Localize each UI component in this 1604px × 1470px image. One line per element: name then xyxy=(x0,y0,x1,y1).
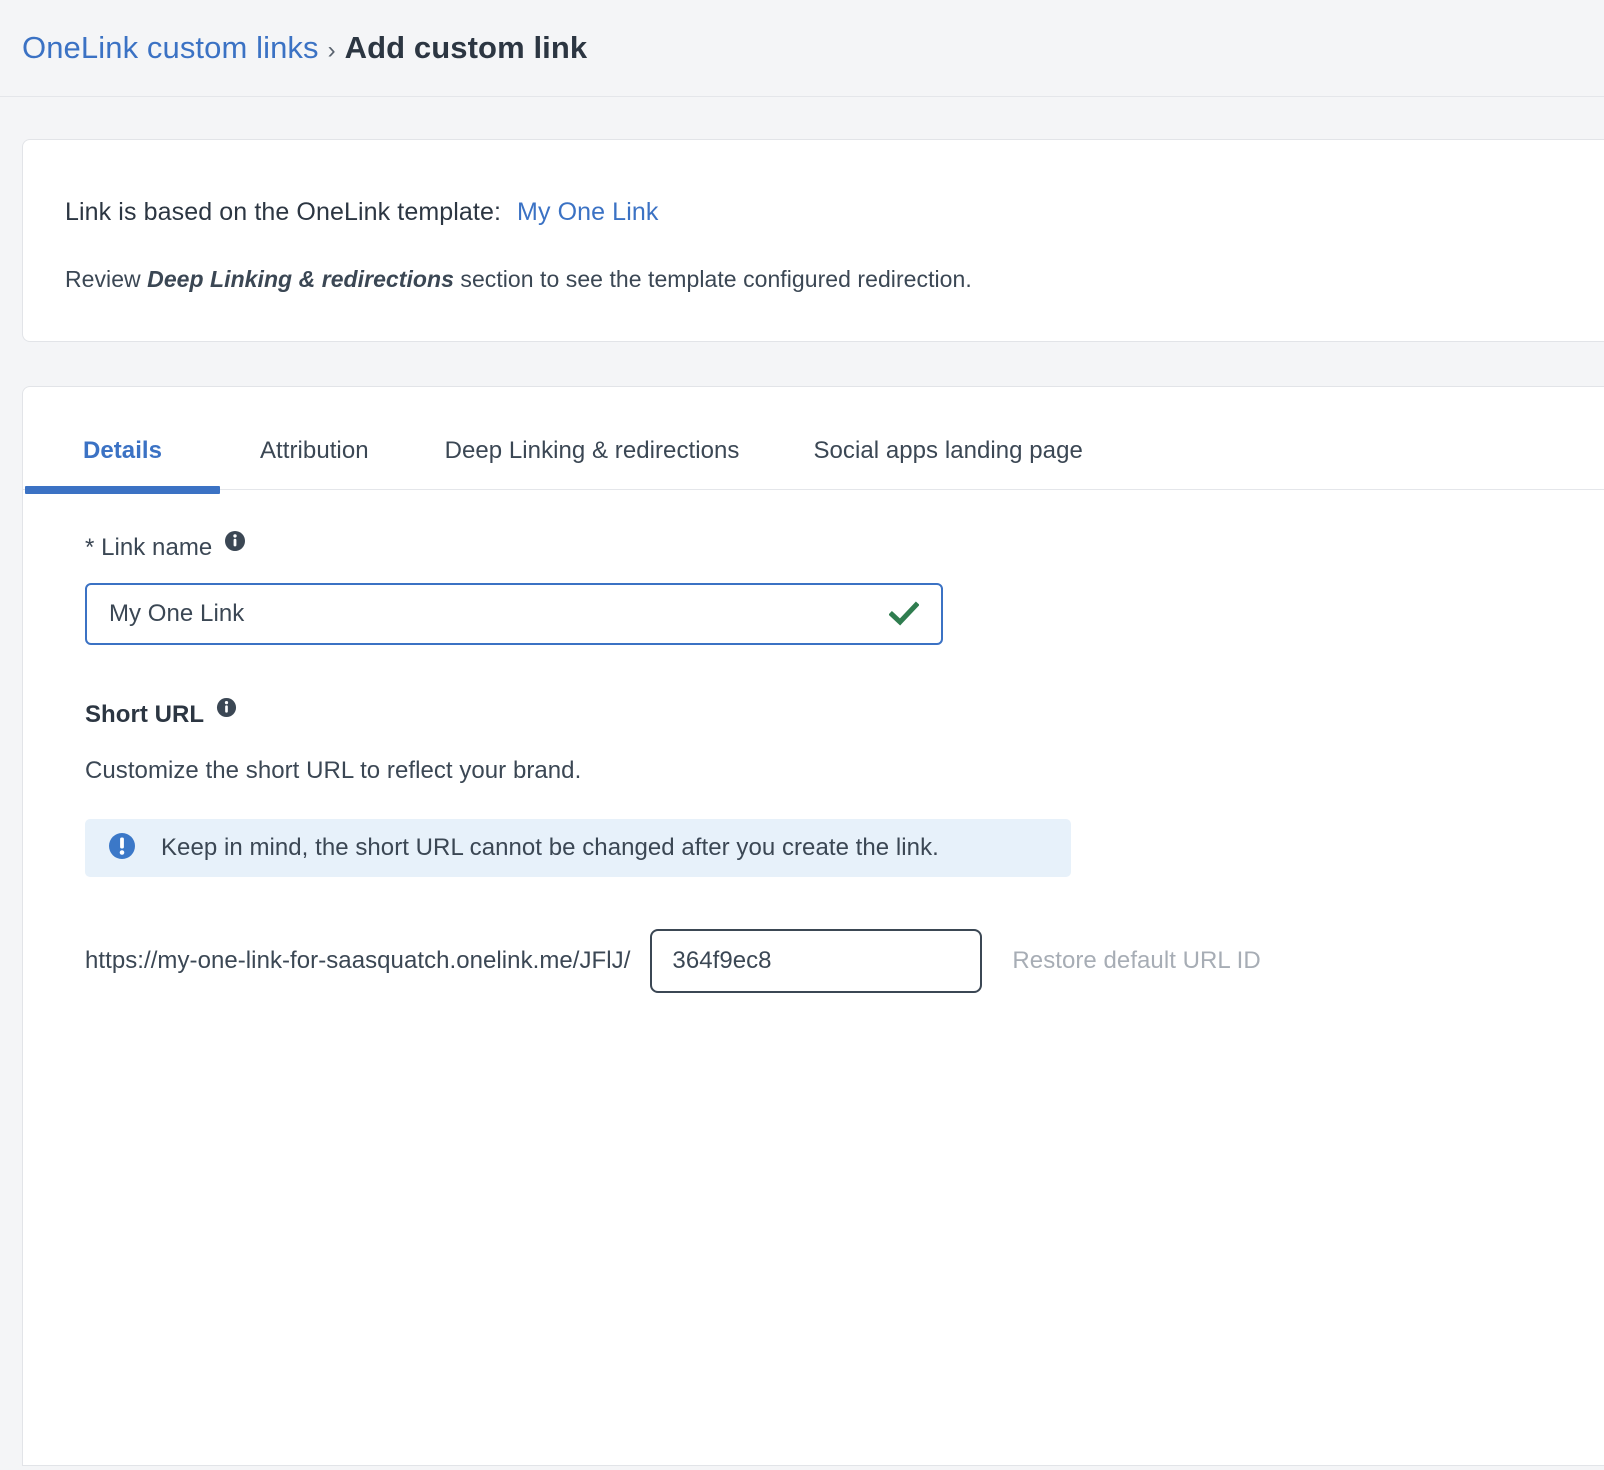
breadcrumb: OneLink custom links › Add custom link xyxy=(22,30,587,66)
tab-details[interactable]: Details xyxy=(23,437,222,489)
template-line: Link is based on the OneLink template: M… xyxy=(65,198,1604,227)
short-url-title: Short URL xyxy=(85,701,1604,729)
tab-attribution[interactable]: Attribution xyxy=(260,437,369,489)
url-id-value[interactable]: 364f9ec8 xyxy=(672,947,771,975)
template-label: Link is based on the OneLink template: xyxy=(65,198,501,227)
info-icon[interactable] xyxy=(216,697,237,718)
tab-deep-linking-redirections[interactable]: Deep Linking & redirections xyxy=(445,437,740,489)
review-prefix: Review xyxy=(65,266,147,292)
template-info-card: Link is based on the OneLink template: M… xyxy=(22,139,1604,342)
details-form: * Link name My One Link Short URL xyxy=(23,490,1604,993)
tab-social-apps-landing-page[interactable]: Social apps landing page xyxy=(813,437,1082,489)
link-name-label: * Link name xyxy=(85,534,1604,562)
short-url-title-text: Short URL xyxy=(85,701,204,729)
details-card: Details Attribution Deep Linking & redir… xyxy=(22,386,1604,1466)
alert-circle-icon xyxy=(107,831,137,866)
short-url-alert: Keep in mind, the short URL cannot be ch… xyxy=(85,819,1071,877)
short-url-row: https://my-one-link-for-saasquatch.oneli… xyxy=(85,929,1604,993)
link-name-label-text: * Link name xyxy=(85,534,212,562)
template-review-note: Review Deep Linking & redirections secti… xyxy=(65,266,1604,293)
breadcrumb-separator: › xyxy=(328,37,336,65)
review-suffix: section to see the template configured r… xyxy=(454,266,972,292)
short-url-prefix: https://my-one-link-for-saasquatch.oneli… xyxy=(85,947,630,975)
check-icon xyxy=(889,601,919,627)
short-url-description: Customize the short URL to reflect your … xyxy=(85,757,1604,785)
breadcrumb-parent-link[interactable]: OneLink custom links xyxy=(22,30,319,66)
url-id-input[interactable]: 364f9ec8 xyxy=(650,929,982,993)
template-name-link[interactable]: My One Link xyxy=(517,198,658,227)
review-emphasis: Deep Linking & redirections xyxy=(147,266,454,292)
page-title: Add custom link xyxy=(345,30,588,66)
restore-default-url-id-button[interactable]: Restore default URL ID xyxy=(1012,947,1260,975)
link-name-input[interactable]: My One Link xyxy=(85,583,943,645)
short-url-alert-text: Keep in mind, the short URL cannot be ch… xyxy=(161,834,939,862)
tab-bar: Details Attribution Deep Linking & redir… xyxy=(23,387,1604,490)
info-icon[interactable] xyxy=(224,530,246,552)
link-name-value[interactable]: My One Link xyxy=(109,600,889,628)
breadcrumb-bar: OneLink custom links › Add custom link xyxy=(0,0,1604,97)
